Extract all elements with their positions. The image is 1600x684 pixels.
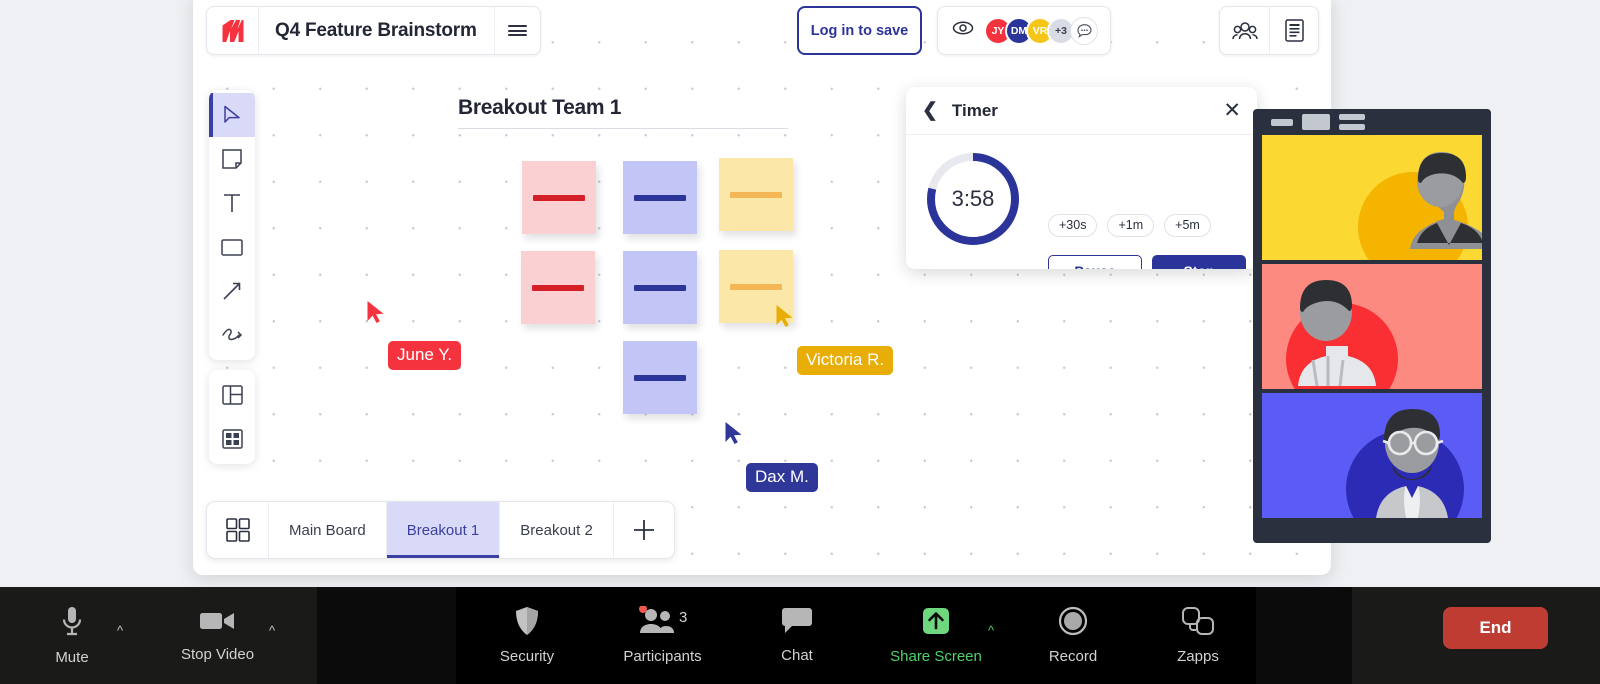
video-tile-3[interactable] bbox=[1262, 393, 1482, 518]
share-screen-button[interactable]: Share Screen bbox=[865, 587, 1007, 684]
canvas-title-underline bbox=[458, 128, 788, 129]
frame-layout-tool[interactable] bbox=[209, 373, 255, 417]
security-label: Security bbox=[499, 648, 555, 665]
cursor-june bbox=[366, 300, 388, 331]
microphone-icon bbox=[59, 605, 85, 642]
mute-options-caret-icon[interactable]: ^ bbox=[117, 623, 123, 638]
participants-button[interactable]: 3 Participants bbox=[600, 587, 725, 684]
timer-body: 3:58 +30s +1m +5m Pause Stop bbox=[906, 135, 1257, 269]
tab-breakout-2[interactable]: Breakout 2 bbox=[500, 502, 614, 558]
end-meeting-button[interactable]: End bbox=[1443, 607, 1548, 649]
filmstrip-window-chrome bbox=[1262, 109, 1482, 135]
record-label: Record bbox=[1048, 648, 1098, 665]
shape-rectangle-tool[interactable] bbox=[209, 225, 255, 269]
svg-text:3: 3 bbox=[679, 609, 687, 626]
share-arrow-icon bbox=[919, 606, 953, 641]
video-filmstrip bbox=[1253, 109, 1491, 543]
cursor-label-dax: Dax M. bbox=[746, 463, 818, 492]
shield-icon bbox=[514, 606, 540, 641]
sticky-note[interactable] bbox=[623, 161, 697, 234]
sticky-note[interactable] bbox=[719, 158, 793, 231]
timer-header: ❮ Timer ✕ bbox=[906, 87, 1257, 135]
miro-style-logo-icon[interactable] bbox=[207, 7, 259, 54]
timer-pause-button[interactable]: Pause bbox=[1048, 255, 1142, 269]
login-to-save-button[interactable]: Log in to save bbox=[797, 6, 922, 55]
timer-add-chips: +30s +1m +5m bbox=[1048, 214, 1211, 237]
timer-controls: Pause Stop bbox=[1048, 255, 1246, 269]
timer-remaining: 3:58 bbox=[951, 186, 995, 211]
mute-label: Mute bbox=[55, 649, 89, 666]
cursor-label-june: June Y. bbox=[388, 341, 462, 370]
cursor-dax bbox=[724, 421, 746, 452]
timer-dial: 3:58 bbox=[923, 149, 1023, 249]
chat-bubble-icon bbox=[780, 607, 814, 640]
chat-label: Chat bbox=[781, 647, 813, 664]
arrow-line-tool[interactable] bbox=[209, 269, 255, 313]
hamburger-menu-icon[interactable] bbox=[495, 7, 540, 54]
zapps-label: Zapps bbox=[1177, 648, 1219, 665]
zapps-icon bbox=[1181, 606, 1215, 641]
boards-grid-icon[interactable] bbox=[207, 502, 269, 558]
cursor-label-victoria: Victoria R. bbox=[797, 346, 894, 375]
share-options-caret-icon[interactable]: ^ bbox=[988, 623, 994, 638]
presence-bar: JY DM VR +3 bbox=[937, 6, 1111, 55]
add-5m-button[interactable]: +5m bbox=[1164, 214, 1211, 237]
board-title-card: Q4 Feature Brainstorm bbox=[206, 6, 541, 55]
participants-icon: 3 bbox=[635, 605, 691, 641]
video-tile-2[interactable] bbox=[1262, 264, 1482, 389]
mute-button[interactable]: Mute bbox=[32, 587, 112, 684]
text-tool[interactable] bbox=[209, 181, 255, 225]
timer-stop-button[interactable]: Stop bbox=[1152, 255, 1246, 269]
stop-video-label: Stop Video bbox=[180, 646, 255, 663]
notes-document-icon[interactable] bbox=[1269, 7, 1318, 54]
timer-title: Timer bbox=[951, 100, 998, 120]
chrome-bar-medium-icon bbox=[1302, 114, 1330, 130]
avatar-stack: JY DM VR +3 bbox=[984, 16, 1098, 45]
tab-main-board[interactable]: Main Board bbox=[269, 502, 387, 558]
video-camera-icon bbox=[198, 608, 238, 639]
video-tile-1[interactable] bbox=[1262, 135, 1482, 260]
chat-button[interactable]: Chat bbox=[752, 587, 842, 684]
people-group-icon[interactable] bbox=[1220, 7, 1269, 54]
add-1m-button[interactable]: +1m bbox=[1107, 214, 1155, 237]
add-30s-button[interactable]: +30s bbox=[1048, 214, 1098, 237]
cursor-victoria bbox=[775, 304, 797, 335]
record-button[interactable]: Record bbox=[1025, 587, 1121, 684]
canvas-section-title: Breakout Team 1 bbox=[458, 96, 622, 119]
close-x-icon[interactable]: ✕ bbox=[1223, 100, 1241, 121]
visibility-eye-icon[interactable] bbox=[952, 21, 974, 40]
tool-rail-primary bbox=[209, 90, 255, 360]
tool-rail-secondary bbox=[209, 370, 255, 464]
zapps-button[interactable]: Zapps bbox=[1150, 587, 1246, 684]
security-button[interactable]: Security bbox=[477, 587, 577, 684]
board-tab-bar: Main Board Breakout 1 Breakout 2 bbox=[206, 501, 675, 559]
stop-video-button[interactable]: Stop Video bbox=[160, 587, 275, 684]
cursor-select-tool[interactable] bbox=[209, 93, 255, 137]
share-screen-label: Share Screen bbox=[890, 648, 982, 665]
chrome-bar-small-icon bbox=[1271, 118, 1293, 126]
page-title: Q4 Feature Brainstorm bbox=[259, 7, 495, 54]
sticky-note[interactable] bbox=[623, 251, 697, 324]
video-options-caret-icon[interactable]: ^ bbox=[269, 623, 275, 638]
chevron-left-icon[interactable]: ❮ bbox=[922, 101, 938, 120]
board-right-actions bbox=[1219, 6, 1319, 55]
templates-grid-tool[interactable] bbox=[209, 417, 255, 461]
sticky-note[interactable] bbox=[623, 341, 697, 414]
pen-scribble-tool[interactable] bbox=[209, 313, 255, 357]
chrome-bar-stack-icon bbox=[1339, 114, 1365, 130]
sticky-note[interactable] bbox=[522, 161, 596, 234]
participants-label: Participants bbox=[623, 648, 702, 665]
add-board-button[interactable] bbox=[614, 502, 674, 558]
timer-panel: ❮ Timer ✕ 3:58 +30s +1m +5m Pause Stop bbox=[906, 87, 1257, 269]
comment-bubble-icon[interactable] bbox=[1070, 16, 1098, 45]
record-circle-icon bbox=[1058, 606, 1088, 641]
tab-breakout-1[interactable]: Breakout 1 bbox=[386, 502, 501, 558]
sticky-note-tool[interactable] bbox=[209, 137, 255, 181]
sticky-note[interactable] bbox=[521, 251, 595, 324]
zoom-meeting-toolbar: Mute ^ Stop Video ^ Security 3 Participa… bbox=[0, 587, 1600, 684]
